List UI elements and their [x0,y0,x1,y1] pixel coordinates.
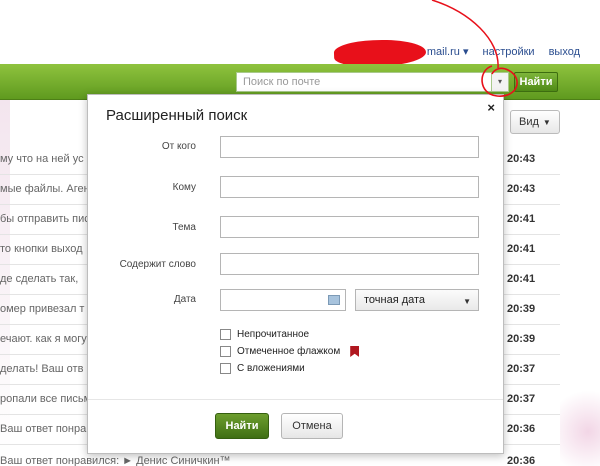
attachments-checkbox[interactable] [220,363,231,374]
message-time: 20:41 [507,213,536,225]
view-button[interactable]: Вид ▼ [510,110,560,134]
unread-label: Непрочитанное [237,329,310,340]
date-mode-select[interactable]: точная дата ▼ [355,289,479,311]
flagged-checkbox-row[interactable]: Отмеченное флажком [220,346,360,357]
chevron-down-icon: ▼ [463,297,471,306]
message-time: 20:41 [507,273,536,285]
message-time: 20:37 [507,393,536,405]
message-subject: бы отправить пис [0,213,90,225]
background-decoration-flower [560,380,600,466]
calendar-icon[interactable] [328,295,340,305]
message-subject: ечают. как я могу [0,333,87,345]
email-account-link[interactable]: mail.ru ▾ [427,45,469,58]
message-subject: ропали все письм [0,393,92,405]
from-label: От кого [161,141,196,152]
logout-link[interactable]: выход [549,46,580,58]
cancel-button[interactable]: Отмена [281,413,343,439]
top-links: mail.ru ▾ настройки выход [427,45,580,59]
search-input[interactable]: Поиск по почте [236,72,492,92]
view-label: Вид [519,116,539,128]
message-time: 20:36 [507,455,536,466]
dialog-title: Расширенный поиск [106,107,248,124]
message-subject: мые файлы. Аген [0,183,90,195]
topic-field[interactable] [220,216,479,238]
to-field[interactable] [220,176,479,198]
contains-label: Содержит слово [119,259,196,270]
message-time: 20:39 [507,333,536,345]
message-subject: делать! Ваш отв [0,363,84,375]
find-button[interactable]: Найти [215,413,269,439]
date-field[interactable] [220,289,346,311]
chevron-down-icon: ▼ [542,118,551,127]
message-subject: омер привезал т [0,303,85,315]
unread-checkbox-row[interactable]: Непрочитанное [220,329,309,340]
flag-icon [350,346,360,357]
message-time: 20:39 [507,303,536,315]
dialog-divider [88,399,503,400]
date-label: Дата [173,294,196,305]
message-subject: Ваш ответ понравился: ► Денис Синичкин™ [0,455,231,466]
flagged-checkbox[interactable] [220,346,231,357]
attachments-label: С вложениями [237,363,305,374]
message-time: 20:41 [507,243,536,255]
flagged-label: Отмеченное флажком [237,346,341,357]
email-domain-text: mail.ru [426,46,460,58]
search-options-dropdown[interactable]: ▾ [491,72,509,92]
search-button[interactable]: Найти [514,72,558,92]
attachments-checkbox-row[interactable]: С вложениями [220,363,305,374]
message-time: 20:43 [507,153,536,165]
date-mode-value: точная дата [364,294,426,306]
message-subject: де сделать так, [0,273,79,285]
contains-word-field[interactable] [220,253,479,275]
topic-label: Тема [172,222,196,233]
chevron-down-icon: ▾ [462,46,469,58]
message-time: 20:43 [507,183,536,195]
close-icon[interactable]: × [487,100,495,115]
advanced-search-dialog: Расширенный поиск × От кого Кому Тема Со… [87,94,504,454]
message-subject: то кнопки выход [0,243,83,255]
settings-link[interactable]: настройки [483,46,535,58]
message-time: 20:36 [507,423,536,435]
from-field[interactable] [220,136,479,158]
to-label: Кому [172,182,196,193]
message-subject: Ваш ответ понра [0,423,87,435]
unread-checkbox[interactable] [220,329,231,340]
message-time: 20:37 [507,363,536,375]
message-subject: му что на ней ус [0,153,84,165]
